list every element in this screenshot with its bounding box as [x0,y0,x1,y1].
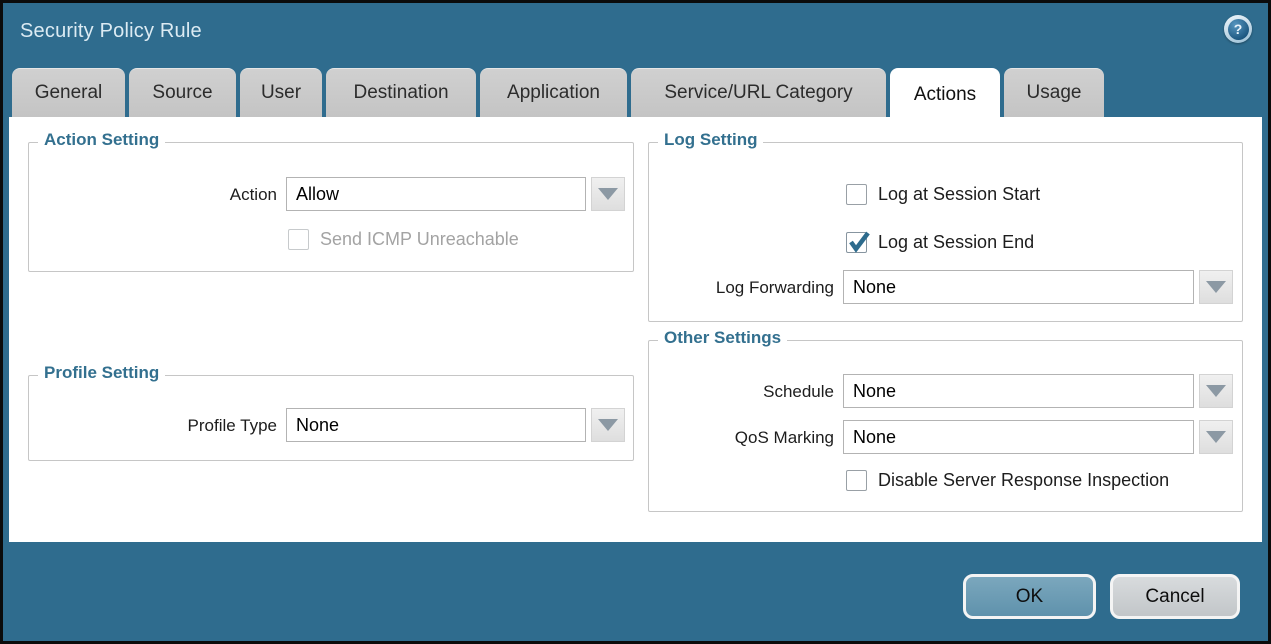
schedule-dropdown-button[interactable] [1199,374,1233,408]
send-icmp-unreachable-label: Send ICMP Unreachable [320,229,519,250]
send-icmp-unreachable-checkbox [288,229,309,250]
profile-type-dropdown-button[interactable] [591,408,625,442]
tab-destination[interactable]: Destination [326,68,476,117]
action-label: Action [29,185,277,205]
chevron-down-icon [598,419,618,431]
checkmark-icon [847,230,871,254]
help-icon[interactable]: ? [1224,15,1252,43]
log-at-session-start-label[interactable]: Log at Session Start [878,184,1040,205]
actions-tab-panel: Action Setting Action Allow Send ICMP Un… [9,117,1262,542]
tab-bar: General Source User Destination Applicat… [12,68,1104,117]
tab-service-url-category[interactable]: Service/URL Category [631,68,886,117]
help-icon-glyph: ? [1228,19,1249,40]
qos-marking-dropdown-button[interactable] [1199,420,1233,454]
chevron-down-icon [598,188,618,200]
schedule-label: Schedule [649,382,834,402]
action-setting-group: Action Setting Action Allow Send ICMP Un… [28,142,634,272]
schedule-select[interactable]: None [843,374,1194,408]
disable-server-response-inspection-label[interactable]: Disable Server Response Inspection [878,470,1169,491]
other-settings-legend: Other Settings [658,328,787,348]
log-forwarding-dropdown-button[interactable] [1199,270,1233,304]
action-select[interactable]: Allow [286,177,586,211]
qos-marking-select[interactable]: None [843,420,1194,454]
tab-actions[interactable]: Actions [890,68,1000,121]
dialog-title: Security Policy Rule [20,20,202,43]
tab-source[interactable]: Source [129,68,236,117]
log-setting-legend: Log Setting [658,130,763,150]
action-setting-legend: Action Setting [38,130,165,150]
log-forwarding-label: Log Forwarding [649,278,834,298]
log-at-session-end-label[interactable]: Log at Session End [878,232,1034,253]
profile-type-select[interactable]: None [286,408,586,442]
log-at-session-end-checkbox[interactable] [846,232,867,253]
profile-setting-group: Profile Setting Profile Type None [28,375,634,461]
log-setting-group: Log Setting Log at Session Start Log at … [648,142,1243,322]
qos-marking-label: QoS Marking [649,428,834,448]
other-settings-group: Other Settings Schedule None QoS Marking… [648,340,1243,512]
tab-user[interactable]: User [240,68,322,117]
security-policy-rule-dialog: Security Policy Rule ? General Source Us… [0,0,1271,644]
profile-setting-legend: Profile Setting [38,363,165,383]
ok-button[interactable]: OK [963,574,1096,619]
chevron-down-icon [1206,281,1226,293]
profile-type-label: Profile Type [29,416,277,436]
action-dropdown-button[interactable] [591,177,625,211]
tab-general[interactable]: General [12,68,125,117]
log-at-session-start-checkbox[interactable] [846,184,867,205]
chevron-down-icon [1206,385,1226,397]
cancel-button[interactable]: Cancel [1110,574,1240,619]
log-forwarding-select[interactable]: None [843,270,1194,304]
disable-server-response-inspection-checkbox[interactable] [846,470,867,491]
tab-usage[interactable]: Usage [1004,68,1104,117]
tab-application[interactable]: Application [480,68,627,117]
chevron-down-icon [1206,431,1226,443]
